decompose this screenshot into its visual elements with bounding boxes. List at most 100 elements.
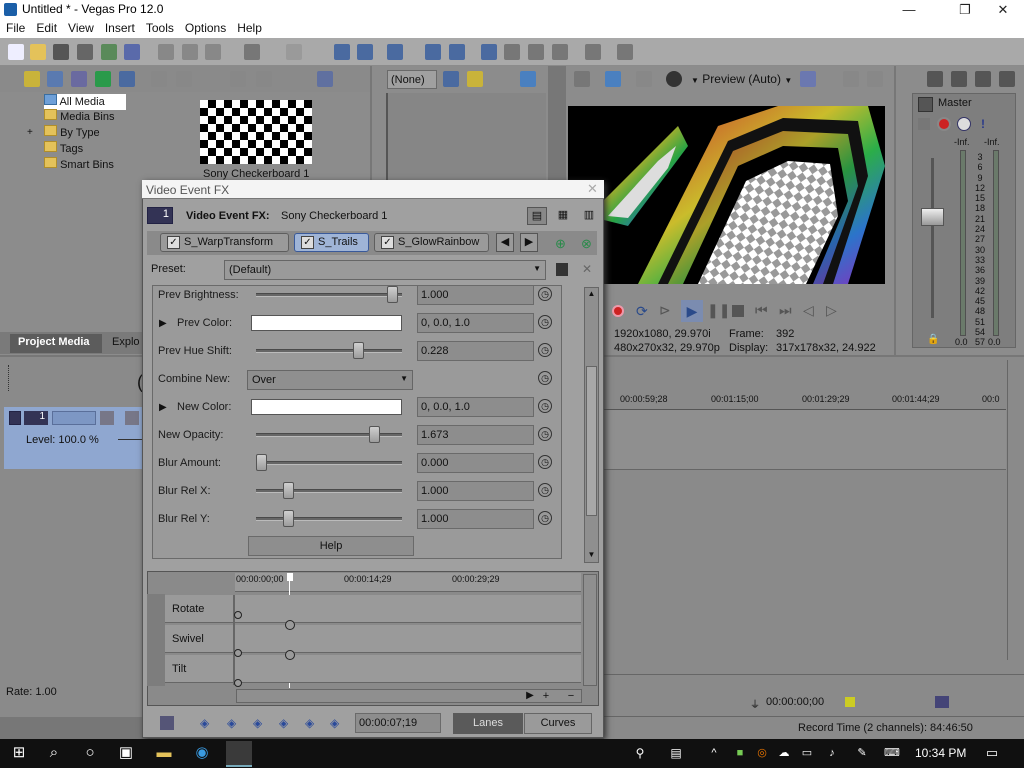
- delete-keyframe-icon[interactable]: ◈: [330, 716, 339, 730]
- remove-icon[interactable]: [151, 71, 167, 87]
- fx-param-value[interactable]: 0, 0.0, 1.0: [417, 313, 534, 333]
- fx-param-value[interactable]: 1.000: [417, 285, 534, 305]
- browser-icon[interactable]: ◉: [190, 742, 214, 764]
- master-move-icon[interactable]: [918, 118, 930, 130]
- animate-clock-icon[interactable]: ◷: [538, 455, 552, 469]
- video-track-lane[interactable]: [604, 410, 1006, 470]
- track-name-field[interactable]: [52, 411, 96, 425]
- fx-param-value[interactable]: 0, 0.0, 1.0: [417, 397, 534, 417]
- auto-crossfade-icon[interactable]: [425, 44, 441, 60]
- keyframe-vertical-scrollbar[interactable]: [583, 574, 597, 686]
- start-button[interactable]: ⊞: [7, 742, 31, 764]
- master-lock-icon[interactable]: 🔒: [927, 334, 939, 345]
- fx-param-slider[interactable]: [256, 461, 402, 465]
- play-media-icon[interactable]: [230, 71, 246, 87]
- lock-envelopes-icon[interactable]: [481, 44, 497, 60]
- external-monitor-icon[interactable]: [605, 71, 621, 87]
- keyframe-track-swivel[interactable]: [165, 625, 581, 653]
- expand-toggle[interactable]: +: [27, 127, 33, 138]
- help-button[interactable]: Help: [248, 536, 414, 556]
- prev-keyframe-icon[interactable]: ◈: [227, 716, 236, 730]
- checkbox-icon[interactable]: ✓: [167, 236, 180, 249]
- hand-icon[interactable]: [585, 44, 601, 60]
- menu-options[interactable]: Options: [179, 19, 231, 35]
- whats-this-help-icon[interactable]: [617, 44, 633, 60]
- timeline-vertical-scrollbar[interactable]: [1007, 360, 1019, 660]
- copy-snapshot-icon[interactable]: [843, 71, 859, 87]
- preset-dropdown[interactable]: (Default) ▼: [224, 260, 546, 280]
- fx-param-slider[interactable]: [256, 293, 402, 297]
- fx-param-slider[interactable]: [256, 433, 402, 437]
- zoom-in-icon[interactable]: +: [540, 690, 552, 702]
- tree-item-smart-bins[interactable]: Smart Bins: [44, 157, 114, 173]
- zoom-out-icon[interactable]: −: [565, 690, 577, 702]
- news-icon[interactable]: ▤: [664, 742, 688, 764]
- taskbar-search-icon[interactable]: ⌕: [42, 742, 66, 764]
- chain-view-grid-icon[interactable]: ▦: [553, 207, 573, 225]
- tray-sync-icon[interactable]: ☁: [772, 742, 796, 764]
- scroll-down-icon[interactable]: ▼: [586, 550, 597, 561]
- import-media-icon[interactable]: [24, 71, 40, 87]
- master-toolbar-icon[interactable]: [927, 71, 943, 87]
- go-to-end-button[interactable]: ⏭: [779, 302, 792, 319]
- animate-clock-icon[interactable]: ◷: [538, 427, 552, 441]
- curves-button[interactable]: Curves: [524, 713, 592, 734]
- plugin-chain-icon[interactable]: ⊕: [555, 236, 566, 252]
- ripple-edit-icon[interactable]: [449, 44, 465, 60]
- pause-button[interactable]: ❚❚: [707, 302, 730, 319]
- chain-view-compact-icon[interactable]: ▥: [579, 207, 599, 225]
- checkerboard-thumbnail[interactable]: [200, 100, 312, 164]
- trimmer-fx-icon[interactable]: [467, 71, 483, 87]
- fx-param-value[interactable]: 1.000: [417, 509, 534, 529]
- save-preset-icon[interactable]: [556, 263, 568, 276]
- get-media-icon[interactable]: [71, 71, 87, 87]
- keyframe-track-tilt[interactable]: [165, 655, 581, 683]
- animate-clock-icon[interactable]: ◷: [538, 511, 552, 525]
- dim-output-icon[interactable]: [975, 71, 991, 87]
- fx-chain-tab-warptransform[interactable]: ✓ S_WarpTransform: [160, 233, 289, 252]
- animate-clock-icon[interactable]: ◷: [538, 371, 552, 385]
- people-icon[interactable]: ⚲: [628, 742, 652, 764]
- split-screen-icon[interactable]: [636, 71, 652, 87]
- video-fx-icon[interactable]: [666, 71, 682, 87]
- paste-icon[interactable]: [205, 44, 221, 60]
- play-from-start-button[interactable]: ⊳: [659, 302, 671, 319]
- playhead-handle[interactable]: [287, 573, 293, 581]
- chain-view-list-icon[interactable]: ▤: [527, 207, 547, 225]
- expand-arrow-icon[interactable]: ▶: [159, 402, 167, 413]
- next-frame-button[interactable]: ▷: [826, 302, 837, 319]
- save-snapshot-icon[interactable]: [867, 71, 883, 87]
- project-properties-icon[interactable]: [574, 71, 590, 87]
- master-fx-icon[interactable]: [937, 117, 951, 131]
- redo-icon[interactable]: [286, 44, 302, 60]
- fx-param-value[interactable]: 0.000: [417, 453, 534, 473]
- menu-help[interactable]: Help: [231, 19, 267, 35]
- vegas-taskbar-icon[interactable]: [226, 741, 252, 767]
- stop-button[interactable]: [732, 305, 744, 317]
- task-view-icon[interactable]: ▣: [114, 742, 138, 764]
- action-center-icon[interactable]: ▭: [980, 742, 1004, 764]
- fx-close-button[interactable]: ✕: [587, 181, 598, 197]
- trimmer-monitor-icon[interactable]: [520, 71, 536, 87]
- tree-item-all-media[interactable]: All Media: [44, 94, 126, 110]
- slider-thumb[interactable]: [387, 286, 398, 303]
- zoom-tool-icon[interactable]: [552, 44, 568, 60]
- render-icon[interactable]: [101, 44, 117, 60]
- tree-item-tags[interactable]: Tags: [44, 141, 83, 157]
- master-fader-handle[interactable]: [921, 208, 944, 226]
- keyframe-scroll-right-icon[interactable]: ▶: [524, 690, 536, 702]
- animate-clock-icon[interactable]: ◷: [538, 399, 552, 413]
- menu-tools[interactable]: Tools: [140, 19, 179, 35]
- slider-thumb[interactable]: [283, 482, 294, 499]
- play-button[interactable]: ▶: [681, 300, 703, 322]
- scroll-up-icon[interactable]: ▲: [586, 289, 597, 300]
- chain-scroll-right-icon[interactable]: ▶: [520, 233, 538, 252]
- sync-cursor-icon[interactable]: [160, 716, 174, 730]
- trimmer-zoom-icon[interactable]: [443, 71, 459, 87]
- preview-quality-dropdown[interactable]: ▼ Preview (Auto) ▼: [691, 72, 792, 86]
- media-fx-icon[interactable]: [176, 71, 192, 87]
- fx-param-slider[interactable]: [256, 489, 402, 493]
- clock[interactable]: 10:34 PM: [915, 746, 966, 760]
- menu-edit[interactable]: Edit: [30, 19, 62, 35]
- search-icon[interactable]: [119, 71, 135, 87]
